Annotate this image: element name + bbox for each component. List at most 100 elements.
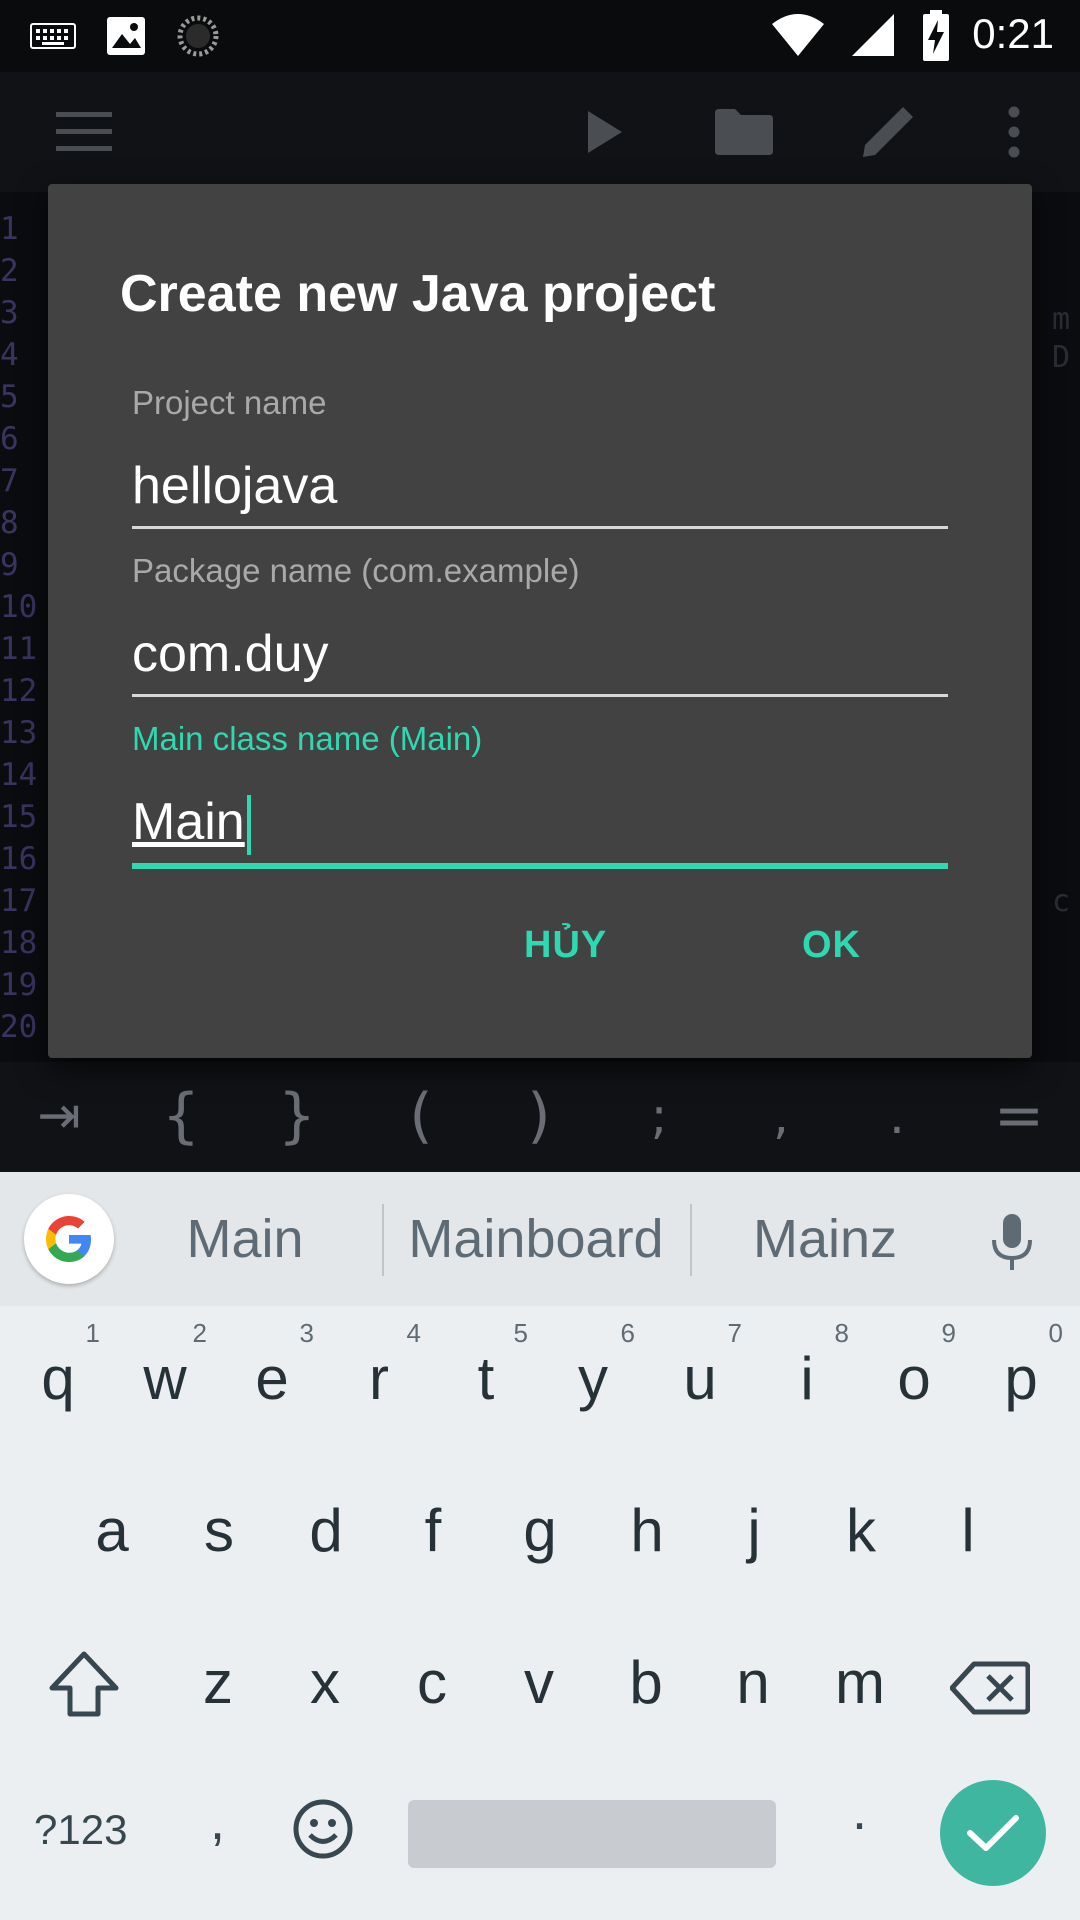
wifi-icon: [770, 12, 826, 62]
run-button[interactable]: [568, 96, 640, 168]
more-options-button[interactable]: [978, 96, 1050, 168]
key-s[interactable]: s: [169, 1476, 269, 1586]
line-number: 2: [0, 253, 19, 289]
run-icon: [588, 111, 622, 153]
line-number: 17: [0, 883, 38, 919]
key-i[interactable]: i8: [757, 1318, 857, 1434]
key-x[interactable]: x: [275, 1628, 375, 1738]
symbol-key[interactable]: {: [136, 1076, 226, 1156]
project-name-input[interactable]: hellojava: [132, 456, 948, 516]
key-label: p: [1004, 1345, 1038, 1412]
create-project-dialog: Create new Java project Project name hel…: [48, 184, 1032, 1058]
edit-icon: [863, 107, 913, 157]
line-number: 11: [0, 631, 38, 667]
symbol-key[interactable]: ): [494, 1076, 584, 1156]
main-class-input[interactable]: Main: [132, 792, 948, 856]
key-k[interactable]: k: [811, 1476, 911, 1586]
emoji-key[interactable]: [292, 1798, 354, 1865]
shift-key[interactable]: [48, 1650, 120, 1723]
key-o[interactable]: o9: [864, 1318, 964, 1434]
code-fragment: m: [1052, 302, 1071, 337]
edit-button[interactable]: [852, 96, 924, 168]
key-g[interactable]: g: [490, 1476, 590, 1586]
enter-key[interactable]: [940, 1780, 1046, 1886]
cancel-button[interactable]: HỦY: [524, 924, 607, 967]
suggestion-3[interactable]: Mainz: [710, 1208, 940, 1270]
package-name-label: Package name (com.example): [132, 552, 580, 589]
line-number: 7: [0, 463, 19, 499]
symbol-key[interactable]: ,: [736, 1076, 826, 1156]
symbols-key[interactable]: ?123: [34, 1806, 127, 1854]
ok-button[interactable]: OK: [802, 924, 861, 967]
key-r[interactable]: r4: [329, 1318, 429, 1434]
image-icon: [106, 16, 146, 60]
project-name-underline: [132, 526, 948, 529]
comma-key[interactable]: ,: [210, 1790, 225, 1852]
space-key[interactable]: [408, 1800, 776, 1868]
key-b[interactable]: b: [596, 1628, 696, 1738]
key-d[interactable]: d: [276, 1476, 376, 1586]
key-t[interactable]: t5: [436, 1318, 536, 1434]
key-j[interactable]: j: [704, 1476, 804, 1586]
key-p[interactable]: p0: [971, 1318, 1071, 1434]
status-time: 0:21: [972, 10, 1054, 57]
microphone-icon: [992, 1214, 1032, 1270]
line-number: 16: [0, 841, 38, 877]
line-number: 8: [0, 505, 19, 541]
main-class-label: Main class name (Main): [132, 720, 483, 757]
key-m[interactable]: m: [810, 1628, 910, 1738]
key-w[interactable]: w2: [115, 1318, 215, 1434]
key-hint: 3: [299, 1318, 314, 1348]
package-name-underline: [132, 694, 948, 697]
key-v[interactable]: v: [489, 1628, 589, 1738]
key-c[interactable]: c: [382, 1628, 482, 1738]
menu-icon: [56, 112, 112, 151]
line-numbers: 1 2 3 4 5 6 7 8 9 10 11 12 13 14 15 16 17 18 19 20: [0, 208, 44, 1048]
backspace-key[interactable]: [949, 1660, 1031, 1721]
text-caret: [246, 795, 251, 856]
key-a[interactable]: a: [62, 1476, 162, 1586]
line-number: 3: [0, 295, 19, 331]
key-u[interactable]: u7: [650, 1318, 750, 1434]
symbol-key[interactable]: }: [252, 1076, 342, 1156]
key-label: y: [578, 1345, 608, 1412]
package-name-input[interactable]: com.duy: [132, 624, 948, 684]
soft-keyboard: Main Mainboard Mainz q1w2e3r4t5y6u7i8o9p…: [0, 1172, 1080, 1920]
symbol-key[interactable]: =: [974, 1076, 1064, 1156]
key-y[interactable]: y6: [543, 1318, 643, 1434]
symbol-key[interactable]: (: [376, 1076, 466, 1156]
status-bar: 0:21: [0, 0, 1080, 72]
more-icon: [1008, 106, 1020, 158]
menu-button[interactable]: [48, 96, 120, 168]
symbol-key[interactable]: .: [852, 1076, 942, 1156]
key-hint: 2: [192, 1318, 207, 1348]
key-label: o: [897, 1345, 931, 1412]
suggestion-1[interactable]: Main: [150, 1208, 340, 1270]
key-label: q: [41, 1345, 75, 1412]
folder-button[interactable]: [708, 96, 780, 168]
line-number: 20: [0, 1009, 38, 1045]
key-h[interactable]: h: [597, 1476, 697, 1586]
key-l[interactable]: l: [918, 1476, 1018, 1586]
suggestion-2[interactable]: Mainboard: [396, 1208, 676, 1270]
line-number: 6: [0, 421, 19, 457]
key-q[interactable]: q1: [8, 1318, 108, 1434]
key-z[interactable]: z: [168, 1628, 268, 1738]
key-hint: 0: [1048, 1318, 1063, 1348]
key-f[interactable]: f: [383, 1476, 483, 1586]
key-hint: 5: [513, 1318, 528, 1348]
period-key[interactable]: .: [852, 1780, 867, 1842]
key-label: t: [477, 1345, 495, 1412]
main-class-value: Main: [132, 793, 245, 851]
google-button[interactable]: [24, 1194, 114, 1284]
symbol-key[interactable]: ;: [614, 1076, 704, 1156]
key-e[interactable]: e3: [222, 1318, 322, 1434]
symbol-bar: ⇥ {} ();,. =: [0, 1062, 1080, 1172]
backspace-icon: [949, 1661, 1031, 1715]
symbol-key[interactable]: ⇥: [14, 1076, 104, 1156]
key-n[interactable]: n: [703, 1628, 803, 1738]
line-number: 15: [0, 799, 38, 835]
line-number: 14: [0, 757, 38, 793]
key-hint: 9: [941, 1318, 956, 1348]
voice-input-button[interactable]: [990, 1212, 1034, 1278]
